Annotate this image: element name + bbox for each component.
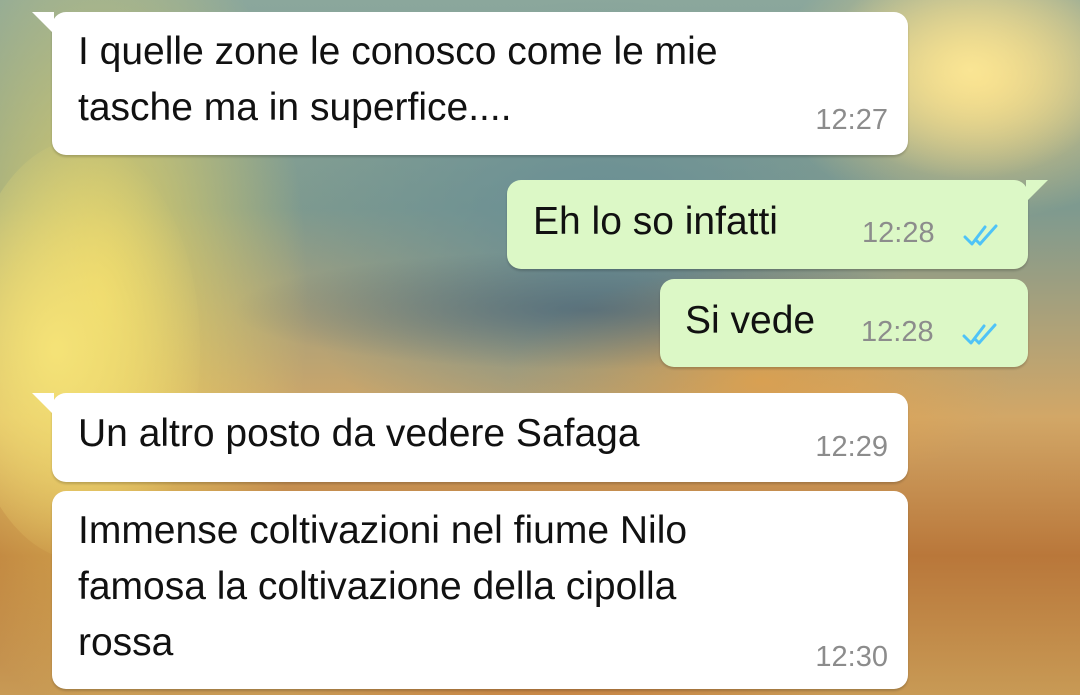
message-bubble-incoming[interactable]: Immense coltivazioni nel fiume Nilo famo… (52, 491, 908, 689)
message-bubble-outgoing[interactable]: Eh lo so infatti 12:28 (507, 180, 1048, 269)
double-check-icon (963, 224, 998, 246)
bubble-tail (1026, 180, 1048, 202)
bubble-tail (32, 12, 54, 34)
message-timestamp: 12:28 (862, 217, 935, 249)
message-bubble-incoming[interactable]: Un altro posto da vedere Safaga 12:29 (32, 393, 908, 482)
message-bubble-incoming[interactable]: I quelle zone le conosco come le mie tas… (32, 12, 908, 155)
message-timestamp: 12:27 (815, 104, 888, 136)
message-timestamp: 12:28 (861, 316, 934, 348)
message-bubble-outgoing[interactable]: Si vede 12:28 (660, 279, 1028, 367)
message-timestamp: 12:29 (815, 431, 888, 463)
message-text: Eh lo so infatti (533, 200, 778, 243)
message-text: I quelle zone le conosco come le mie tas… (78, 30, 718, 129)
message-timestamp: 12:30 (815, 641, 888, 673)
message-text: Si vede (685, 299, 816, 342)
bubble-tail (32, 393, 54, 415)
message-text: Un altro posto da vedere Safaga (78, 412, 640, 455)
message-text: Immense coltivazioni nel fiume Nilo famo… (78, 509, 688, 664)
double-check-icon (962, 323, 997, 345)
